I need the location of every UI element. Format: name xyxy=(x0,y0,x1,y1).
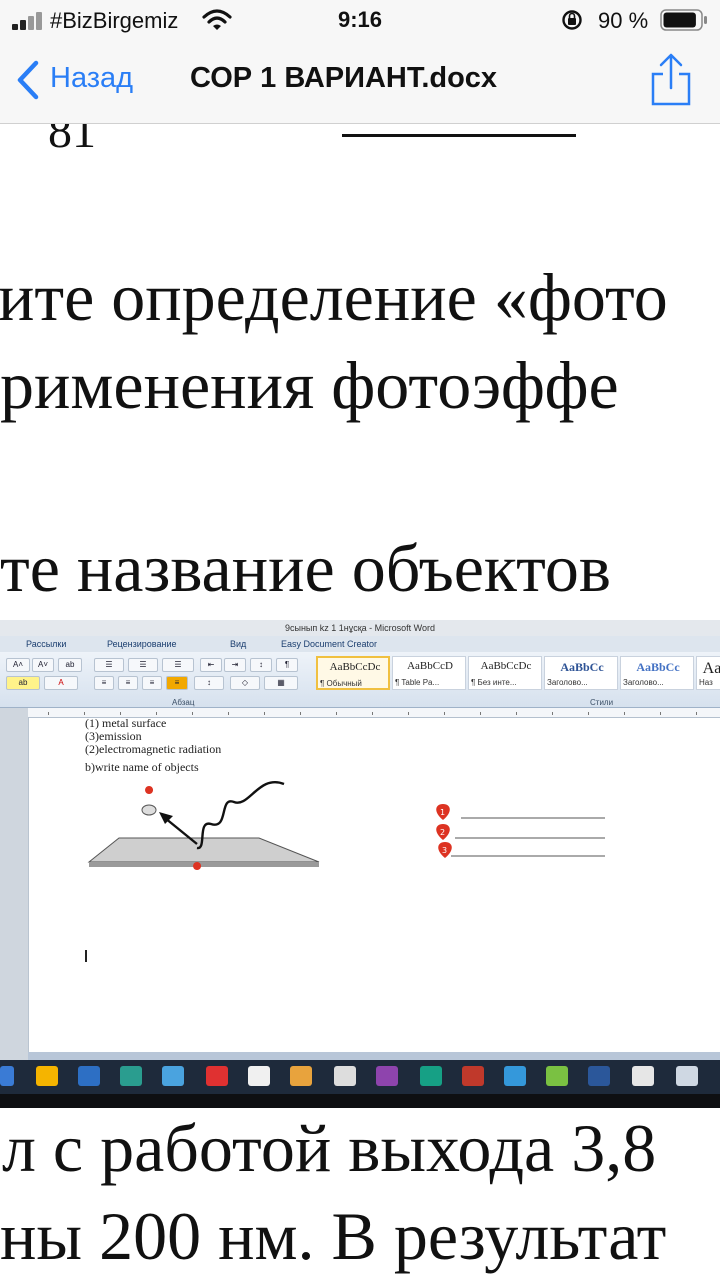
taskbar-app-icon xyxy=(206,1066,228,1086)
highlight-icon: ab xyxy=(6,676,40,690)
style-name: ¶ Table Pa... xyxy=(395,678,440,687)
answer-lines: 1 2 3 xyxy=(436,804,605,858)
justify-icon: ≡ xyxy=(166,676,188,690)
document-line: рименения фотоэффе xyxy=(0,347,619,423)
chevron-left-icon xyxy=(17,60,39,100)
taskbar-app-icon xyxy=(120,1066,142,1086)
style-name: Наз xyxy=(699,678,713,687)
align-left-icon: ≡ xyxy=(94,676,114,690)
taskbar-app-icon xyxy=(676,1066,698,1086)
group-label-paragraph: Абзац xyxy=(172,698,195,707)
taskbar-app-icon xyxy=(376,1066,398,1086)
taskbar-app-icon xyxy=(36,1066,58,1086)
cut-off-text: 81 xyxy=(48,124,96,158)
style-name: ¶ Без инте... xyxy=(471,678,517,687)
marker-label: 2 xyxy=(440,828,445,837)
status-bar: #BizBirgemiz 9:16 90 % xyxy=(0,0,720,40)
multilevel-icon: ☰ xyxy=(162,658,194,672)
style-sample: AaBbCc xyxy=(636,660,680,674)
marker-label: 3 xyxy=(442,846,447,855)
document-line: ны 200 нм. В результат xyxy=(0,1198,667,1274)
ribbon-tab: Рассылки xyxy=(26,639,67,649)
style-sample: AaBbCc xyxy=(560,660,604,674)
align-right-icon: ≡ xyxy=(142,676,162,690)
word-page: (1) metal surface (3)emission (2)electro… xyxy=(28,716,720,1052)
document-line: л с работой выхода 3,8 xyxy=(2,1110,657,1186)
style-title: Aa Наз xyxy=(696,656,720,690)
nav-bar: Назад СОР 1 ВАРИАНТ.docx xyxy=(0,40,720,124)
document-line: ите определение «фото xyxy=(0,259,668,335)
style-sample: AaBbCcDc xyxy=(480,660,532,672)
taskbar-word-icon xyxy=(588,1066,610,1086)
document-title: СОР 1 ВАРИАНТ.docx xyxy=(190,62,498,94)
group-label-styles: Стили xyxy=(590,698,614,707)
taskbar-app-icon xyxy=(546,1066,568,1086)
share-icon[interactable] xyxy=(648,52,694,108)
increase-indent-icon: ⇥ xyxy=(224,658,246,672)
align-center-icon: ≡ xyxy=(118,676,138,690)
style-name: Заголово... xyxy=(547,678,588,687)
taskbar-app-icon xyxy=(78,1066,100,1086)
document-viewer[interactable]: 81 ите определение «фото рименения фотоэ… xyxy=(0,124,720,1280)
line-spacing-icon: ↕ xyxy=(194,676,224,690)
answer-blank xyxy=(342,134,576,137)
style-table-paragraph: AaBbCcD ¶ Table Pa... xyxy=(392,656,466,690)
taskbar-app-icon xyxy=(290,1066,312,1086)
page-gap xyxy=(28,1052,720,1060)
style-no-spacing: AaBbCcDc ¶ Без инте... xyxy=(468,656,542,690)
taskbar-app-icon xyxy=(632,1066,654,1086)
style-name: Заголово... xyxy=(623,678,664,687)
borders-icon: ▦ xyxy=(264,676,298,690)
taskbar-app-icon xyxy=(162,1066,184,1086)
ribbon-tabs: Рассылки Рецензирование Вид Easy Documen… xyxy=(0,636,720,652)
pilcrow-icon: ¶ xyxy=(276,658,298,672)
battery-percent: 90 % xyxy=(598,8,649,33)
taskbar-app-icon xyxy=(0,1066,14,1086)
taskbar-app-icon xyxy=(504,1066,526,1086)
style-sample: AaBbCcD xyxy=(407,660,453,672)
style-sample: Aa xyxy=(702,660,720,677)
taskbar-app-icon xyxy=(462,1066,484,1086)
grow-font-icon: A˄ xyxy=(6,658,30,672)
back-label: Назад xyxy=(50,62,134,94)
orientation-lock-icon xyxy=(562,10,582,30)
document-line: те название объектов xyxy=(0,530,612,606)
photoeffect-diagram xyxy=(87,780,320,870)
marker-label: 1 xyxy=(440,808,445,817)
ribbon-tab: Easy Document Creator xyxy=(281,639,378,649)
embedded-photo: 9сынып kz 1 1нұсқа - Microsoft Word Расс… xyxy=(0,620,720,1108)
style-normal: AaBbCcDc ¶ Обычный xyxy=(316,656,390,690)
ribbon-tab: Вид xyxy=(230,639,247,649)
sheet-task: b)write name of objects xyxy=(85,760,199,774)
decrease-indent-icon: ⇤ xyxy=(200,658,222,672)
taskbar-app-icon xyxy=(420,1066,442,1086)
style-name: ¶ Обычный xyxy=(320,679,362,688)
windows-taskbar xyxy=(0,1060,720,1094)
style-heading-2: AaBbCc Заголово... xyxy=(620,656,694,690)
shading-icon: ◇ xyxy=(230,676,260,690)
word-ribbon: A˄ A˅ ab ab A ☰ ☰ ☰ ⇤ ⇥ ↕ ¶ ≡ ≡ ≡ ≡ ↕ ◇ … xyxy=(0,652,720,708)
sort-icon: ↕ xyxy=(250,658,272,672)
back-button[interactable]: Назад xyxy=(14,58,154,102)
style-sample: AaBbCcDc xyxy=(329,661,381,673)
battery-icon xyxy=(660,9,707,31)
ribbon-tab: Рецензирование xyxy=(107,639,177,649)
taskbar-app-icon xyxy=(334,1066,356,1086)
monitor-bezel xyxy=(0,1094,720,1108)
bullets-icon: ☰ xyxy=(94,658,124,672)
numbering-icon: ☰ xyxy=(128,658,158,672)
sheet-item: (2)electromagnetic radiation xyxy=(85,742,222,756)
shrink-font-icon: A˅ xyxy=(32,658,54,672)
text-cursor xyxy=(85,950,87,962)
clear-format-icon: ab xyxy=(58,658,82,672)
font-color-icon: A xyxy=(44,676,78,690)
word-window-title: 9сынып kz 1 1нұсқа - Microsoft Word xyxy=(0,620,720,636)
taskbar-app-icon xyxy=(248,1066,270,1086)
style-heading-1: AaBbCc Заголово... xyxy=(544,656,618,690)
